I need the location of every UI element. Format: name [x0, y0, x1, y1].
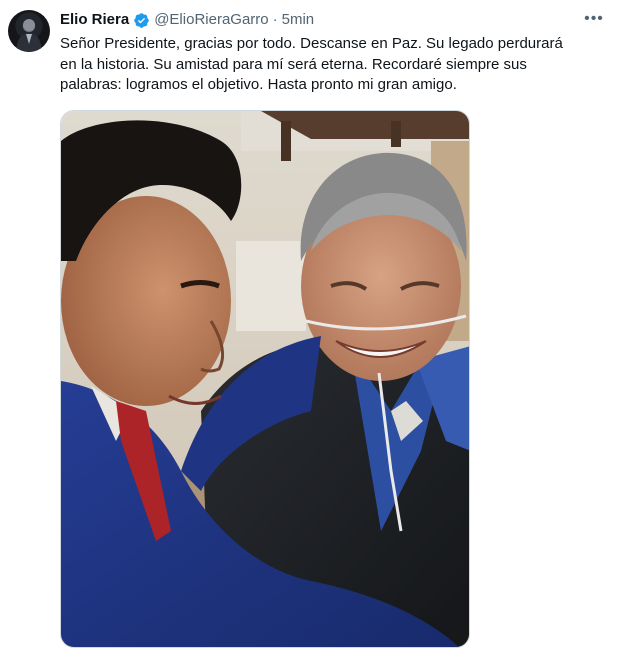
tweet-text: Señor Presidente, gracias por todo. Desc…	[60, 34, 580, 96]
tweet-photo[interactable]	[60, 110, 470, 648]
tweet-text-line: palabras: logramos el objetivo. Hasta pr…	[60, 76, 457, 93]
tweet[interactable]: Elio Riera @ElioRieraGarro · 5min ••• Se…	[0, 0, 620, 648]
author-handle[interactable]: @ElioRieraGarro	[154, 10, 268, 30]
tweet-text-line: Señor Presidente, gracias por todo. Desc…	[60, 35, 563, 52]
verified-badge-icon	[133, 12, 150, 29]
tweet-text-line: en la historia. Su amistad para mí será …	[60, 55, 527, 73]
author-name[interactable]: Elio Riera	[60, 10, 129, 30]
tweet-header: Elio Riera @ElioRieraGarro · 5min	[60, 10, 314, 30]
author-avatar[interactable]	[8, 10, 50, 52]
more-options-label: •••	[584, 10, 604, 27]
separator-dot: ·	[272, 11, 278, 28]
timestamp[interactable]: 5min	[282, 10, 315, 30]
more-options-icon[interactable]: •••	[582, 8, 606, 30]
photo-two-men-smiling-icon	[61, 111, 469, 647]
avatar-photo-icon	[16, 19, 42, 52]
